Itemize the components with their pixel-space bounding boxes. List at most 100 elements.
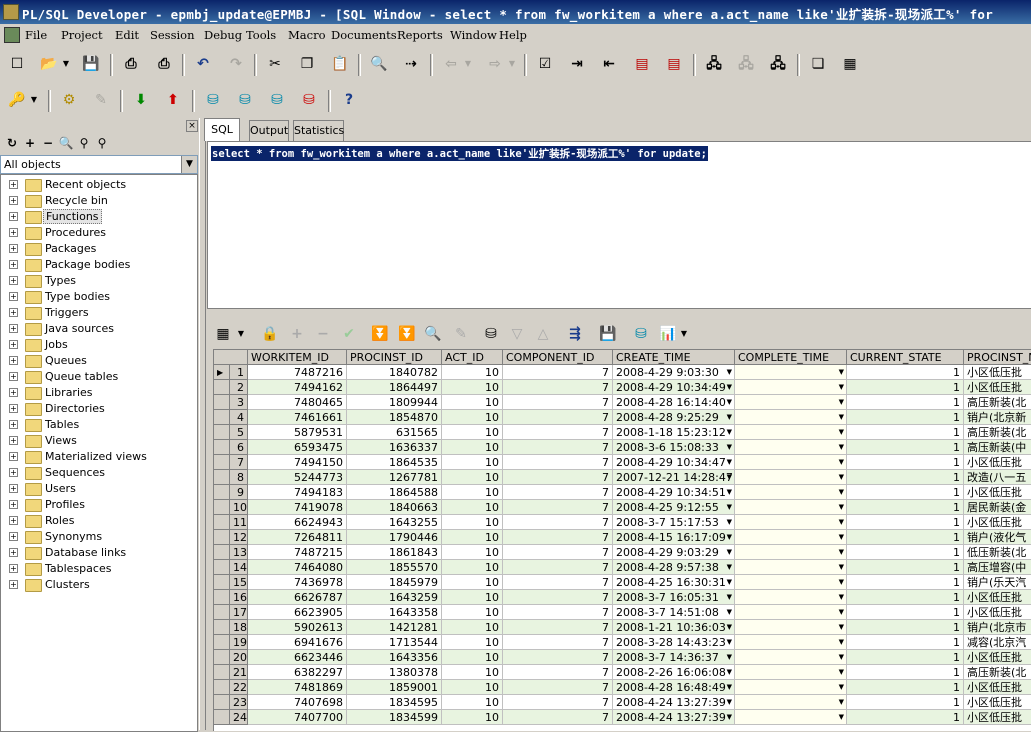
grid-cell[interactable]: 10 <box>442 605 503 620</box>
grid-cell[interactable]: 7480465 <box>248 395 347 410</box>
db-refresh-icon[interactable]: ⛁ <box>298 89 320 111</box>
grid-cell[interactable]: 1 <box>847 485 964 500</box>
grid-cell[interactable]: 1 <box>847 635 964 650</box>
key-icon[interactable]: 🔑 <box>6 89 28 111</box>
grid-view-icon[interactable]: ▦ <box>213 324 233 344</box>
grid-cell[interactable]: 1643358 <box>347 605 442 620</box>
tree-item[interactable]: + Libraries <box>1 385 197 401</box>
grid-cell[interactable]: 1 <box>847 545 964 560</box>
grid-cell[interactable]: 10 <box>442 680 503 695</box>
chevron-down-icon[interactable]: ▼ <box>727 485 732 499</box>
expand-node-icon[interactable]: + <box>9 532 18 541</box>
print-icon[interactable]: ⎙ <box>120 53 142 75</box>
grid-cell[interactable]: ▼ <box>735 545 847 560</box>
grid-cell[interactable]: ▼ <box>735 590 847 605</box>
row-indicator[interactable] <box>214 560 230 575</box>
grid-cell[interactable]: 1 <box>847 500 964 515</box>
grid-cell[interactable]: 1643255 <box>347 515 442 530</box>
grid-cell[interactable]: ▼ <box>735 425 847 440</box>
chevron-down-icon[interactable]: ▼ <box>839 425 844 439</box>
column-header[interactable]: CREATE_TIME <box>613 350 735 365</box>
undo-icon[interactable]: ↶ <box>192 53 214 75</box>
tree-item[interactable]: + Package bodies <box>1 257 197 273</box>
expand-node-icon[interactable]: + <box>9 436 18 445</box>
grid-cell[interactable]: 高压新装(北 <box>964 425 1031 440</box>
grid-cell[interactable]: ▼ <box>735 575 847 590</box>
grid-cell[interactable]: 7 <box>503 575 613 590</box>
grid-cell[interactable]: 10 <box>442 410 503 425</box>
column-header[interactable]: CURRENT_STATE <box>847 350 964 365</box>
grid-cell[interactable]: 1380378 <box>347 665 442 680</box>
row-number[interactable]: 3 <box>230 395 248 410</box>
new-icon[interactable]: ☐ <box>6 53 28 75</box>
grid-view-dropdown-icon[interactable]: ▼ <box>235 324 247 344</box>
row-indicator[interactable] <box>214 710 230 725</box>
grid-cell[interactable]: 7407698 <box>248 695 347 710</box>
chevron-down-icon[interactable]: ▼ <box>839 380 844 394</box>
row-number[interactable]: 12 <box>230 530 248 545</box>
row-indicator[interactable] <box>214 500 230 515</box>
grid-cell[interactable]: 小区低压批 <box>964 710 1031 725</box>
tree-item[interactable]: + Types <box>1 273 197 289</box>
expand-node-icon[interactable]: + <box>9 564 18 573</box>
grid-cell[interactable]: 小区低压批 <box>964 605 1031 620</box>
grid-cell[interactable]: 2008-4-29 10:34:47 ▼ <box>613 455 735 470</box>
row-number[interactable]: 4 <box>230 410 248 425</box>
chevron-down-icon[interactable]: ▼ <box>839 440 844 454</box>
insert-record-icon[interactable]: + <box>287 324 307 344</box>
chevron-down-icon[interactable]: ▼ <box>727 695 732 709</box>
grid-cell[interactable]: 2008-4-28 16:48:49 ▼ <box>613 680 735 695</box>
chevron-down-icon[interactable]: ▼ <box>727 530 732 544</box>
grid-cell[interactable]: 2008-3-7 14:36:37 ▼ <box>613 650 735 665</box>
row-indicator[interactable] <box>214 665 230 680</box>
grid-cell[interactable]: 7 <box>503 620 613 635</box>
menu-help[interactable]: Help <box>499 28 527 42</box>
grid-cell[interactable]: 10 <box>442 695 503 710</box>
grid-cell[interactable]: 10 <box>442 395 503 410</box>
grid-cell[interactable]: 小区低压批 <box>964 515 1031 530</box>
chevron-down-icon[interactable]: ▼ <box>727 680 732 694</box>
uncomment-icon[interactable]: ▤ <box>663 53 685 75</box>
grid-cell[interactable]: 低压新装(北 <box>964 545 1031 560</box>
column-header[interactable]: PROCINST_ID <box>347 350 442 365</box>
grid-cell[interactable]: 2008-4-28 9:57:38 ▼ <box>613 560 735 575</box>
grid-cell[interactable]: 1 <box>847 410 964 425</box>
chevron-down-icon[interactable]: ▼ <box>839 500 844 514</box>
grid-cell[interactable]: 7436978 <box>248 575 347 590</box>
grid-cell[interactable]: 7419078 <box>248 500 347 515</box>
tree-item[interactable]: + Functions <box>1 209 197 225</box>
expand-node-icon[interactable]: + <box>9 468 18 477</box>
grid-cell[interactable]: 1421281 <box>347 620 442 635</box>
grid-cell[interactable]: 居民新装(金 <box>964 500 1031 515</box>
row-number[interactable]: 17 <box>230 605 248 620</box>
row-number[interactable]: 13 <box>230 545 248 560</box>
expand-icon[interactable]: + <box>22 136 38 152</box>
grid-cell[interactable]: 1840782 <box>347 365 442 380</box>
tree-item[interactable]: + Triggers <box>1 305 197 321</box>
expand-node-icon[interactable]: + <box>9 212 18 221</box>
grid-cell[interactable]: 7487215 <box>248 545 347 560</box>
row-number[interactable]: 7 <box>230 455 248 470</box>
row-indicator[interactable] <box>214 545 230 560</box>
grid-cell[interactable]: 7 <box>503 515 613 530</box>
grid-cell[interactable]: 7264811 <box>248 530 347 545</box>
grid-cell[interactable]: 1840663 <box>347 500 442 515</box>
grid-cell[interactable]: 1 <box>847 530 964 545</box>
grid-cell[interactable]: ▼ <box>735 440 847 455</box>
grid-cell[interactable]: ▼ <box>735 380 847 395</box>
grid-cell[interactable]: 7 <box>503 650 613 665</box>
menu-debug[interactable]: Debug <box>204 28 242 42</box>
tab-sql[interactable]: SQL <box>204 118 240 141</box>
grid-cell[interactable]: 1713544 <box>347 635 442 650</box>
grid-cell[interactable]: ▼ <box>735 605 847 620</box>
grid-cell[interactable]: 高压增容(中 <box>964 560 1031 575</box>
grid-cell[interactable]: 1 <box>847 455 964 470</box>
grid-cell[interactable]: 2008-3-7 15:17:53 ▼ <box>613 515 735 530</box>
row-indicator[interactable] <box>214 455 230 470</box>
menu-file[interactable]: File <box>25 28 47 42</box>
grid-cell[interactable]: 6941676 <box>248 635 347 650</box>
grid-cell[interactable]: ▼ <box>735 560 847 575</box>
row-indicator[interactable] <box>214 380 230 395</box>
grid-cell[interactable]: 7 <box>503 710 613 725</box>
save-results-icon[interactable]: 💾 <box>598 324 618 344</box>
